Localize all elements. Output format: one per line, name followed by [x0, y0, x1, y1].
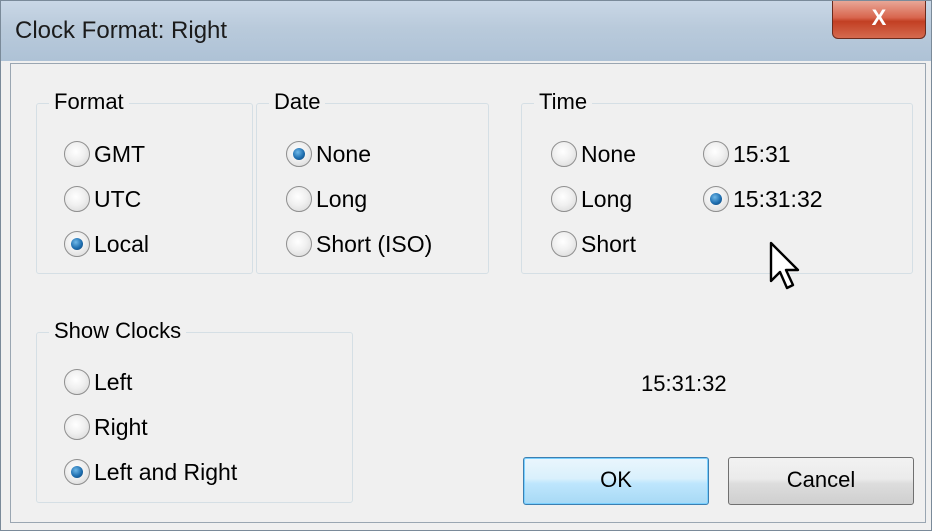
radio-button-icon: [64, 369, 90, 395]
date-option-label: None: [316, 141, 371, 167]
time-radio-short[interactable]: Short: [551, 230, 636, 258]
title-bar: Clock Format: Right X: [1, 1, 931, 61]
time-option-label: 15:31: [733, 141, 791, 167]
radio-button-checked-icon: [286, 141, 312, 167]
time-option-label: 15:31:32: [733, 186, 823, 212]
dialog-window: Clock Format: Right X Format GMT UTC Loc…: [0, 0, 932, 531]
date-group-label: Date: [269, 88, 326, 116]
cancel-button[interactable]: Cancel: [728, 457, 914, 505]
radio-button-icon: [64, 414, 90, 440]
radio-button-checked-icon: [64, 231, 90, 257]
close-icon: X: [871, 5, 887, 30]
window-title: Clock Format: Right: [15, 17, 228, 44]
time-radio-none[interactable]: None: [551, 140, 636, 168]
date-radio-short-iso[interactable]: Short (ISO): [286, 230, 432, 258]
clock-preview-text: 15:31:32: [641, 371, 727, 396]
show-clocks-option-label: Left and Right: [94, 459, 238, 485]
mouse-pointer-icon: [769, 241, 800, 290]
format-radio-gmt[interactable]: GMT: [64, 140, 145, 168]
format-option-label: GMT: [94, 141, 146, 167]
show-clocks-option-label: Left: [94, 369, 133, 395]
ok-button[interactable]: OK: [523, 457, 709, 505]
date-radio-long[interactable]: Long: [286, 185, 367, 213]
show-clocks-option-label: Right: [94, 414, 148, 440]
radio-button-icon: [286, 186, 312, 212]
date-radio-none[interactable]: None: [286, 140, 371, 168]
format-radio-utc[interactable]: UTC: [64, 185, 141, 213]
format-radio-local[interactable]: Local: [64, 230, 149, 258]
show-clocks-group-label: Show Clocks: [49, 317, 187, 345]
show-clocks-radio-left[interactable]: Left: [64, 368, 132, 396]
time-option-label: None: [581, 141, 636, 167]
radio-button-icon: [551, 231, 577, 257]
format-option-label: Local: [94, 231, 149, 257]
radio-button-icon: [64, 141, 90, 167]
time-radio-hh-mm-ss[interactable]: 15:31:32: [703, 185, 823, 213]
show-clocks-radio-right[interactable]: Right: [64, 413, 148, 441]
close-button[interactable]: X: [832, 1, 926, 39]
radio-button-checked-icon: [64, 459, 90, 485]
radio-button-icon: [551, 186, 577, 212]
time-radio-long[interactable]: Long: [551, 185, 632, 213]
date-option-label: Long: [316, 186, 368, 212]
time-option-label: Long: [581, 186, 633, 212]
radio-button-icon: [703, 141, 729, 167]
time-group-label: Time: [534, 88, 593, 116]
time-radio-hh-mm[interactable]: 15:31: [703, 140, 791, 168]
format-group-label: Format: [49, 88, 129, 116]
time-option-label: Short: [581, 231, 636, 257]
date-option-label: Short (ISO): [316, 231, 433, 257]
radio-button-icon: [551, 141, 577, 167]
radio-button-icon: [286, 231, 312, 257]
radio-button-checked-icon: [703, 186, 729, 212]
format-option-label: UTC: [94, 186, 142, 212]
radio-button-icon: [64, 186, 90, 212]
show-clocks-radio-left-and-right[interactable]: Left and Right: [64, 458, 237, 486]
